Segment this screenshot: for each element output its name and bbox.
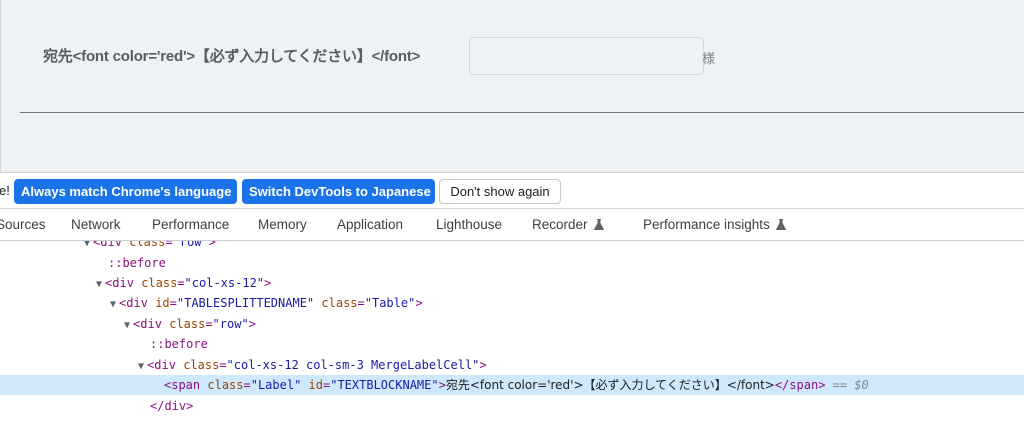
recipient-input[interactable] bbox=[469, 37, 704, 75]
tree-node-pseudo[interactable]: ::before bbox=[0, 253, 1024, 273]
tab-performance[interactable]: Performance bbox=[152, 217, 229, 232]
tree-node-merge-label-cell[interactable]: ▼ <div class="col-xs-12 col-sm-3 MergeLab… bbox=[0, 355, 1024, 375]
infobar-message-tail: e! bbox=[0, 183, 10, 198]
dont-show-again-button[interactable]: Don't show again bbox=[439, 179, 561, 204]
divider-line bbox=[20, 112, 1024, 113]
switch-devtools-japanese-button[interactable]: Switch DevTools to Japanese bbox=[242, 179, 435, 204]
honorific-suffix: 様 bbox=[702, 51, 716, 66]
expanded-triangle-icon[interactable]: ▼ bbox=[138, 361, 144, 372]
expanded-triangle-icon[interactable]: ▼ bbox=[84, 241, 90, 249]
web-page: 宛先<font color='red'>【必ず入力してください】</font> … bbox=[0, 0, 1024, 172]
tab-performance-insights[interactable]: Performance insights bbox=[643, 217, 786, 232]
console-reference: == $0 bbox=[832, 378, 869, 392]
devtools-language-infobar: e! Always match Chrome's language Switch… bbox=[0, 172, 1024, 209]
experiment-flask-icon bbox=[775, 219, 786, 230]
expanded-triangle-icon[interactable]: ▼ bbox=[96, 279, 102, 290]
tab-performance-insights-label: Performance insights bbox=[643, 217, 770, 232]
tab-recorder[interactable]: Recorder bbox=[532, 217, 604, 232]
tree-node-pseudo[interactable]: ::before bbox=[0, 334, 1024, 354]
page-left-border bbox=[0, 0, 1, 172]
tree-node-row-inner[interactable]: ▼ <div class="row"> bbox=[0, 314, 1024, 334]
experiment-flask-icon bbox=[593, 219, 604, 230]
tab-memory[interactable]: Memory bbox=[258, 217, 307, 232]
expanded-triangle-icon[interactable]: ▼ bbox=[110, 299, 116, 310]
elements-tree: ▼ <div class="row"> ::before ▼ <div class=… bbox=[0, 241, 1024, 424]
tab-recorder-label: Recorder bbox=[532, 217, 588, 232]
devtools-tab-strip: Sources Network Performance Memory Appli… bbox=[0, 209, 1024, 241]
tab-application[interactable]: Application bbox=[337, 217, 403, 232]
span-text-content: 宛先<font color='red'>【必ず入力してください】</font> bbox=[445, 378, 775, 392]
always-match-language-button[interactable]: Always match Chrome's language bbox=[14, 179, 237, 204]
recipient-label: 宛先<font color='red'>【必ず入力してください】</font> bbox=[43, 48, 421, 65]
tree-node-selected-span[interactable]: <span class="Label" id="TEXTBLOCKNAME">宛… bbox=[0, 375, 1024, 395]
tab-lighthouse[interactable]: Lighthouse bbox=[436, 217, 502, 232]
tree-node-closing-div[interactable]: </div> bbox=[0, 396, 1024, 416]
tree-node-col[interactable]: ▼ <div class="col-xs-12"> bbox=[0, 273, 1024, 293]
tab-network[interactable]: Network bbox=[71, 217, 121, 232]
tree-node-row-div[interactable]: ▼ <div class="row"> bbox=[0, 241, 1024, 252]
tab-sources[interactable]: Sources bbox=[0, 217, 46, 232]
expanded-triangle-icon[interactable]: ▼ bbox=[124, 320, 130, 331]
tree-node-next-sibling[interactable]: ▶ bbox=[0, 416, 1024, 424]
tree-node-table[interactable]: ▼ <div id="TABLESPLITTEDNAME" class="Tabl… bbox=[0, 293, 1024, 313]
